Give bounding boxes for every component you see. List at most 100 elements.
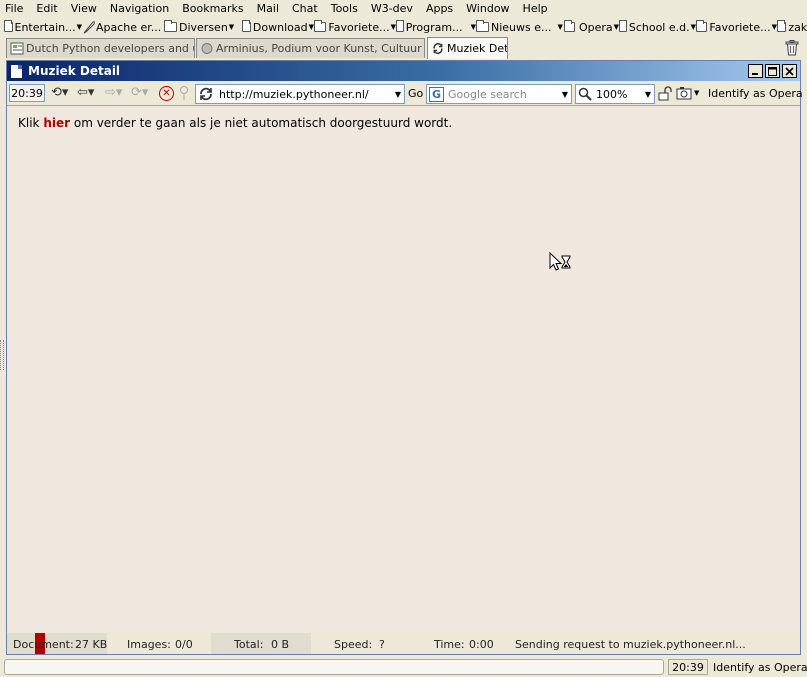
menu-view[interactable]: View — [71, 0, 97, 18]
zoom-field[interactable]: 100% ▼ — [575, 84, 655, 104]
menu-edit[interactable]: Edit — [36, 0, 57, 18]
app-status-field[interactable] — [4, 659, 664, 675]
menu-apps[interactable]: Apps — [426, 0, 453, 18]
status-total-value: 0 B — [271, 638, 290, 651]
folder-icon — [314, 20, 327, 32]
bookmark-label: zaken — [788, 20, 807, 34]
caret-down-icon: ▼ — [557, 23, 563, 31]
tab-dutch-python[interactable]: Dutch Python developers and users — [6, 38, 195, 58]
zoom-value: 100% — [596, 87, 628, 101]
bookmark-label: Diversen — [179, 20, 228, 34]
status-time-value: 0:00 — [469, 638, 494, 651]
caret-down-icon[interactable]: ▼ — [694, 89, 699, 97]
status-document-label: Document: — [13, 638, 74, 651]
panel-grip[interactable] — [0, 340, 4, 370]
folder-icon — [564, 20, 575, 32]
bookmark-folder-school[interactable]: School e.d. ▼ — [619, 18, 696, 36]
maximize-icon — [768, 66, 777, 76]
menu-tools[interactable]: Tools — [331, 0, 358, 18]
status-time-label: Time: — [434, 638, 465, 651]
status-speed-label: Speed: — [334, 638, 373, 651]
close-button[interactable] — [782, 64, 797, 78]
tab-label: Dutch Python developers and users — [26, 42, 194, 55]
menu-mail[interactable]: Mail — [257, 0, 279, 18]
feather-icon — [83, 21, 95, 34]
wand-icon[interactable] — [179, 85, 189, 101]
bookmarks-bar: Entertain... ▼ Apache er... Diversen ▼ D… — [0, 18, 807, 36]
menu-navigation[interactable]: Navigation — [110, 0, 169, 18]
fast-forward-icon[interactable]: ⟳▾ — [131, 86, 148, 100]
bookmark-label: Entertain... — [14, 20, 76, 34]
bookmark-label: School e.d. — [628, 20, 690, 34]
dropdown-arrow-icon[interactable]: ▼ — [395, 90, 401, 99]
redirect-link[interactable]: hier — [43, 116, 70, 130]
bookmark-label: Program... — [405, 20, 463, 34]
status-document-value: 27 KB — [75, 638, 108, 651]
folder-icon — [164, 20, 177, 32]
trash-icon[interactable] — [785, 40, 799, 56]
app-clock-time: 20:39 — [672, 660, 704, 674]
bookmark-folder-entertain[interactable]: Entertain... ▼ — [0, 18, 82, 36]
go-button[interactable]: Go — [408, 87, 423, 100]
bookmark-folder-diversen[interactable]: Diversen ▼ — [164, 18, 242, 36]
padlock-icon[interactable] — [658, 86, 672, 101]
bookmark-label: Nieuws e... — [491, 20, 552, 34]
menu-window[interactable]: Window — [466, 0, 509, 18]
menu-help[interactable]: Help — [523, 0, 548, 18]
menu-bookmarks[interactable]: Bookmarks — [182, 0, 243, 18]
globe-icon — [201, 43, 213, 54]
bookmark-folder-zaken[interactable]: zaken ▼ — [777, 18, 807, 36]
tab-label: Muziek Detail — [447, 42, 508, 55]
tab-arminius[interactable]: Arminius, Podium voor Kunst, Cultuur en … — [196, 38, 425, 58]
tab-muziek-detail[interactable]: Muziek Detail — [427, 37, 508, 59]
status-total-label: Total: — [234, 638, 264, 651]
loading-icon — [433, 43, 443, 54]
reload-icon[interactable] — [197, 85, 215, 103]
address-field[interactable]: http://muziek.pythoneer.nl/ ▼ — [195, 84, 405, 104]
message-text-start: Klik — [18, 116, 44, 130]
menu-chat[interactable]: Chat — [292, 0, 318, 18]
bookmark-folder-download[interactable]: Download ▼ — [242, 18, 314, 36]
minimize-button[interactable] — [748, 64, 763, 78]
bookmark-label: Download — [252, 20, 308, 34]
identify-as-button[interactable]: Identify as Opera — [708, 87, 803, 100]
bookmark-folder-nieuws[interactable]: Nieuws e... ▼ — [476, 18, 564, 36]
dropdown-arrow-icon[interactable]: ▼ — [562, 90, 568, 99]
menu-bar: File Edit View Navigation Bookmarks Mail… — [0, 0, 807, 18]
bookmark-folder-favoriete-1[interactable]: Favoriete... ▼ — [314, 18, 396, 36]
folder-icon — [777, 20, 787, 32]
forward-icon[interactable]: ⇨▾ — [105, 86, 122, 100]
bookmark-folder-opera[interactable]: Opera ▼ — [564, 18, 619, 36]
bookmark-label: Favoriete... — [328, 20, 390, 34]
maximize-button[interactable] — [765, 64, 780, 78]
tab-bar: Dutch Python developers and users Armini… — [0, 37, 807, 59]
window-title: Muziek Detail — [28, 64, 121, 78]
search-field[interactable]: G Google search ▼ — [426, 84, 572, 104]
folder-icon — [619, 20, 627, 32]
stop-icon[interactable]: ✕ — [159, 86, 174, 101]
document-icon — [11, 64, 22, 78]
close-icon — [785, 66, 794, 76]
page-content: Klik hier om verder te gaan als je niet … — [7, 107, 800, 631]
camera-icon[interactable] — [676, 86, 692, 100]
folder-icon — [696, 20, 708, 32]
busy-cursor-icon — [549, 252, 571, 271]
back-icon[interactable]: ⇦▾ — [77, 86, 94, 100]
bookmark-label: Favoriete... — [709, 20, 771, 34]
bookmark-folder-program[interactable]: Program... ▼ — [396, 18, 476, 36]
address-url: http://muziek.pythoneer.nl/ — [219, 87, 369, 101]
app-identify-as-button[interactable]: Identify as Opera — [713, 661, 807, 674]
clock-display: 20:39 — [9, 84, 45, 102]
rewind-icon[interactable]: ⟲▾ — [51, 86, 68, 100]
menu-w3-dev[interactable]: W3-dev — [371, 0, 413, 18]
menu-file[interactable]: File — [5, 0, 23, 18]
folder-icon — [242, 20, 251, 32]
bookmark-folder-apache[interactable]: Apache er... — [82, 18, 164, 36]
window-titlebar: Muziek Detail — [7, 61, 800, 81]
dropdown-arrow-icon[interactable]: ▼ — [645, 90, 651, 99]
bookmark-folder-favoriete-2[interactable]: Favoriete... ▼ — [696, 18, 777, 36]
status-speed-value: ? — [379, 638, 385, 651]
folder-icon — [396, 20, 404, 32]
status-images-value: 0/0 — [175, 638, 193, 651]
bookmark-label: Opera — [578, 20, 613, 34]
